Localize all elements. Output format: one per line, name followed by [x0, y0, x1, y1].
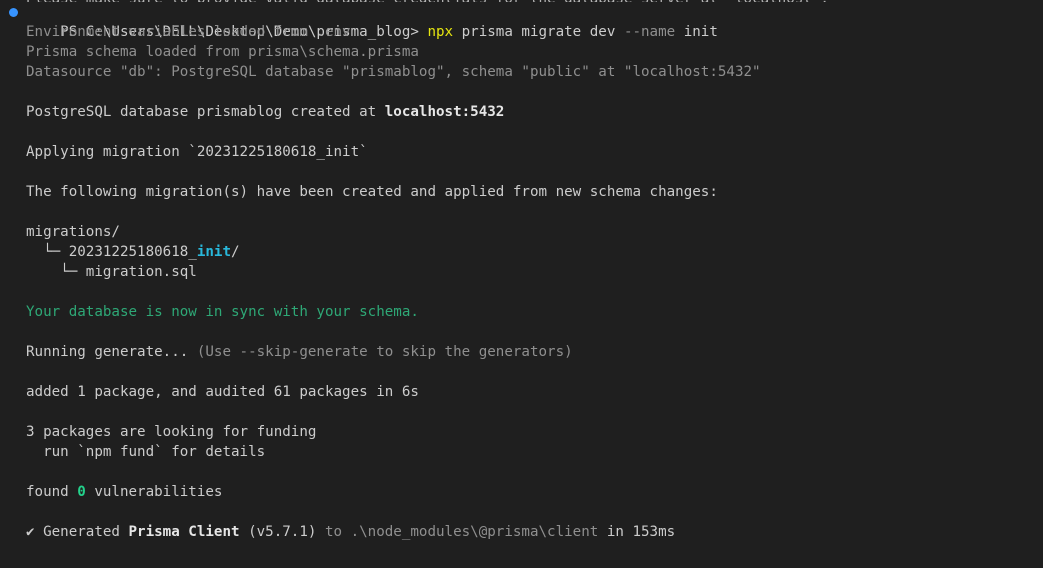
- generated-version: (v5.7.1): [239, 524, 317, 540]
- vulnerabilities-prefix: found: [26, 484, 78, 500]
- terminal-output[interactable]: Please make sure to provide valid databa…: [0, 0, 1043, 542]
- funding-line: 3 packages are looking for funding: [26, 424, 317, 440]
- schema-loaded-line: Prisma schema loaded from prisma\schema.…: [26, 44, 419, 60]
- tree-folder: └─ 20231225180618_init/: [0, 242, 1043, 262]
- command-prompt-line: PS C:\Users\DELL\Desktop\Demo\prisma_blo…: [0, 2, 1043, 40]
- sync-success-line: Your database is now in sync with your s…: [26, 304, 419, 320]
- datasource-line: Datasource "db": PostgreSQL database "pr…: [26, 64, 761, 80]
- database-created-text: PostgreSQL database prismablog created a…: [26, 104, 385, 120]
- migrations-created-line: The following migration(s) have been cre…: [26, 184, 718, 200]
- vulnerabilities-suffix: vulnerabilities: [85, 484, 223, 500]
- vulnerabilities-line: found 0 vulnerabilities: [0, 482, 1043, 502]
- generated-output-path: to .\node_modules\@prisma\client: [316, 524, 599, 540]
- tree-file: └─ migration.sql: [26, 264, 197, 280]
- tree-folder-highlight: init: [196, 244, 232, 260]
- tree-folder-prefix: └─ 20231225180618_: [26, 244, 197, 260]
- running-generate-hint: (Use --skip-generate to skip the generat…: [196, 344, 573, 360]
- database-created-line: PostgreSQL database prismablog created a…: [0, 102, 1043, 122]
- tree-root: migrations/: [26, 224, 120, 240]
- command-status-dot-icon[interactable]: [9, 8, 18, 17]
- database-host: localhost:5432: [384, 104, 505, 120]
- generated-client-line: ✔ Generated Prisma Client (v5.7.1) to .\…: [0, 522, 1043, 542]
- vulnerabilities-count: 0: [77, 484, 86, 500]
- packages-added-line: added 1 package, and audited 61 packages…: [26, 384, 419, 400]
- generated-time: in 153ms: [598, 524, 676, 540]
- fund-hint-line: run `npm fund` for details: [26, 444, 266, 460]
- generated-product: Prisma Client: [128, 524, 240, 540]
- env-loaded-line: Environment variables loaded from .env: [26, 24, 351, 40]
- running-generate-line: Running generate... (Use --skip-generate…: [0, 342, 1043, 362]
- tree-folder-suffix: /: [231, 244, 240, 260]
- applying-migration-line: Applying migration `20231225180618_init`: [26, 144, 368, 160]
- generated-text: Generated: [43, 524, 129, 540]
- running-generate-text: Running generate...: [26, 344, 197, 360]
- checkmark-icon: ✔: [26, 524, 35, 540]
